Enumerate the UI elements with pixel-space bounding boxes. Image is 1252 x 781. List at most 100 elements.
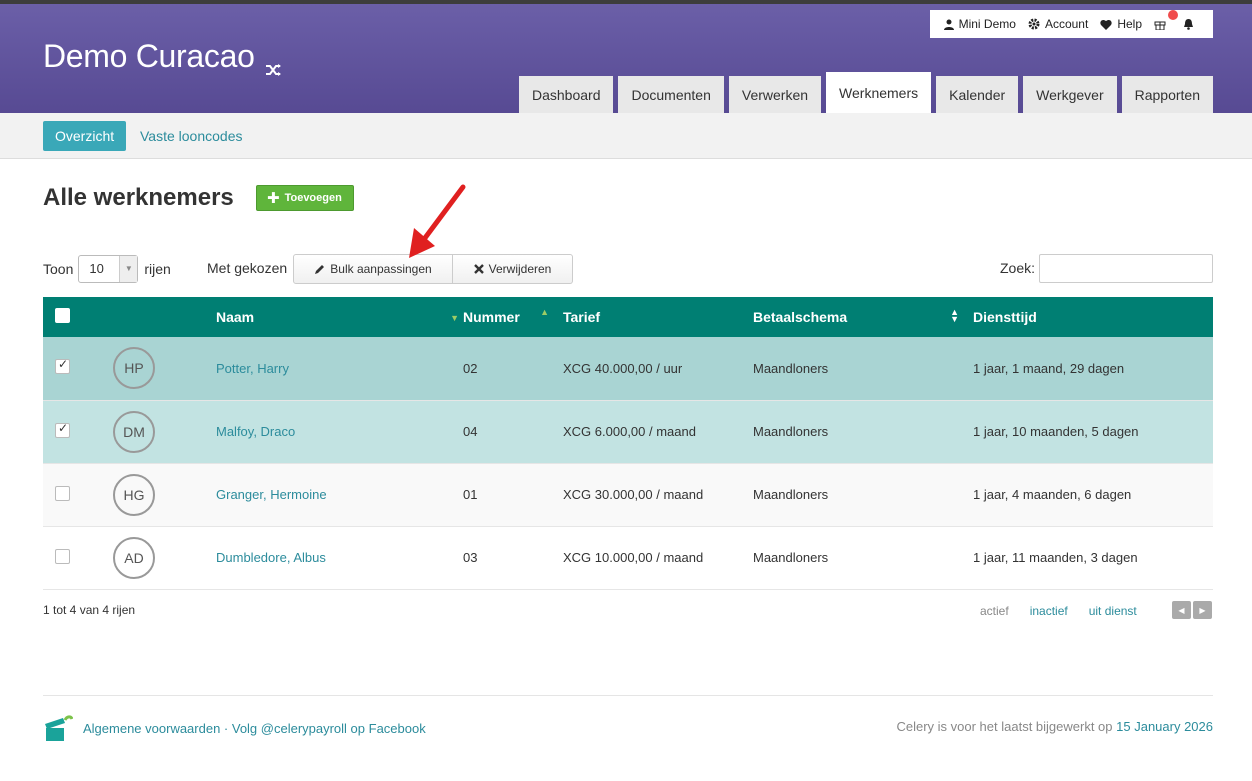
employee-schedule: Maandloners xyxy=(753,487,829,502)
table-header-row: Naam ▼ Nummer ▲ Tarief Betaalschema ▲ ▼ D… xyxy=(43,297,1213,337)
table-row[interactable]: HG Granger, Hermoine 01 XCG 30.000,00 / … xyxy=(43,463,1213,526)
bulk-edit-label: Bulk aanpassingen xyxy=(330,262,432,276)
employee-rate: XCG 6.000,00 / maand xyxy=(563,424,696,439)
footer-updated-text: Celery is voor het laatst bijgewerkt op xyxy=(896,719,1113,734)
help-label: Help xyxy=(1117,17,1142,31)
tab-werkgever[interactable]: Werkgever xyxy=(1023,76,1117,113)
footer-updated-date: 15 January 2026 xyxy=(1116,719,1213,734)
help-menu-item[interactable]: Help xyxy=(1100,17,1142,31)
header-tarief-label: Tarief xyxy=(563,309,601,325)
filter-uit-dienst[interactable]: uit dienst xyxy=(1089,604,1137,618)
chevron-down-icon: ▼ xyxy=(119,255,138,282)
footer-links: Algemene voorwaarden · Volg @celerypayro… xyxy=(43,714,426,742)
brand[interactable]: Demo Curacao xyxy=(43,38,281,76)
select-all-checkbox[interactable] xyxy=(55,308,70,323)
employee-name-link[interactable]: Potter, Harry xyxy=(216,337,463,400)
subnav-vaste-looncodes[interactable]: Vaste looncodes xyxy=(140,121,242,151)
gift-menu-item[interactable] xyxy=(1154,10,1178,30)
header-betaalschema[interactable]: Betaalschema ▲ ▼ xyxy=(753,297,973,337)
employee-name-link[interactable]: Malfoy, Draco xyxy=(216,400,463,463)
row-checkbox[interactable] xyxy=(55,548,70,564)
delete-button[interactable]: Verwijderen xyxy=(453,254,573,284)
tab-werknemers[interactable]: Werknemers xyxy=(826,72,932,113)
avatar: DM xyxy=(113,410,155,453)
avatar: HG xyxy=(113,473,155,516)
employee-rate: XCG 10.000,00 / maand xyxy=(563,550,704,565)
tab-dashboard[interactable]: Dashboard xyxy=(518,76,614,113)
close-icon xyxy=(473,264,484,274)
page-title: Alle werknemers xyxy=(43,184,234,211)
employee-rate: XCG 30.000,00 / maand xyxy=(563,487,704,502)
row-checkbox[interactable] xyxy=(55,485,70,501)
rows-value: 10 xyxy=(89,261,104,276)
row-checkbox[interactable] xyxy=(55,357,70,375)
user-name: Mini Demo xyxy=(958,17,1016,31)
pagination: ◀ ▶ xyxy=(1172,601,1214,619)
tab-kalender[interactable]: Kalender xyxy=(936,76,1019,113)
celery-logo-icon xyxy=(45,715,73,741)
footer-updated: Celery is voor het laatst bijgewerkt op … xyxy=(896,719,1213,734)
avatar-header xyxy=(101,297,216,337)
user-icon xyxy=(943,19,954,30)
row-checkbox[interactable] xyxy=(55,421,70,438)
bell-icon xyxy=(1184,19,1193,30)
annotation-arrow-icon xyxy=(409,184,466,258)
header-nummer-label: Nummer xyxy=(463,309,520,325)
shuffle-icon[interactable] xyxy=(265,49,281,76)
main-tabs: Dashboard Documenten Verwerken Werknemer… xyxy=(514,72,1213,113)
row-checkbox-cell xyxy=(43,463,101,526)
table-row[interactable]: DM Malfoy, Draco 04 XCG 6.000,00 / maand… xyxy=(43,400,1213,463)
account-label: Account xyxy=(1044,17,1089,31)
employee-tenure: 1 jaar, 10 maanden, 5 dagen xyxy=(973,424,1139,439)
employee-schedule: Maandloners xyxy=(753,550,829,565)
header-naam[interactable]: Naam ▼ xyxy=(216,297,463,337)
account-menu-item[interactable]: Account xyxy=(1028,17,1088,31)
notifications-menu-item[interactable] xyxy=(1183,18,1199,30)
employees-table: Naam ▼ Nummer ▲ Tarief Betaalschema ▲ ▼ D… xyxy=(43,297,1213,590)
tab-verwerken[interactable]: Verwerken xyxy=(728,76,822,113)
header-diensttijd-label: Diensttijd xyxy=(973,309,1037,325)
header-nummer[interactable]: Nummer ▲ xyxy=(463,297,563,337)
tab-rapporten[interactable]: Rapporten xyxy=(1121,76,1213,113)
employee-number: 02 xyxy=(463,360,478,376)
gift-icon xyxy=(1154,21,1166,30)
filter-inactief[interactable]: inactief xyxy=(1030,604,1068,618)
employee-number: 01 xyxy=(463,487,478,502)
rows-selector: Toon 10 ▼ rijen xyxy=(43,254,171,283)
employee-name-link[interactable]: Dumbledore, Albus xyxy=(216,526,463,589)
header-tarief[interactable]: Tarief xyxy=(563,297,753,337)
employee-tenure: 1 jaar, 1 maand, 29 dagen xyxy=(973,360,1125,376)
avatar: HP xyxy=(113,347,155,390)
footer-links-text[interactable]: Algemene voorwaarden · Volg @celerypayro… xyxy=(83,721,426,736)
header-naam-label: Naam xyxy=(216,309,255,325)
employee-schedule: Maandloners xyxy=(753,424,829,439)
next-page-icon[interactable]: ▶ xyxy=(1193,601,1212,619)
show-label: Toon xyxy=(43,260,74,277)
rows-label: rijen xyxy=(144,260,171,277)
app-header: Demo Curacao Mini Demo Account Help Dash… xyxy=(0,4,1252,113)
plus-icon: ✚ xyxy=(267,190,280,207)
tab-documenten[interactable]: Documenten xyxy=(618,76,724,113)
table-row[interactable]: HP Potter, Harry 02 XCG 40.000,00 / uur … xyxy=(43,337,1213,400)
user-menu-item[interactable]: Mini Demo xyxy=(943,17,1016,31)
filter-actief[interactable]: actief xyxy=(980,604,1009,618)
rows-per-page-select[interactable]: 10 ▼ xyxy=(78,254,139,283)
avatar-cell: HP xyxy=(101,337,216,400)
employee-tenure: 1 jaar, 11 maanden, 3 dagen xyxy=(973,550,1138,565)
gear-icon xyxy=(1028,18,1040,30)
pencil-icon xyxy=(315,264,325,274)
status-filters: actief inactief uit dienst xyxy=(980,604,1158,618)
employee-name-link[interactable]: Granger, Hermoine xyxy=(216,463,463,526)
footer-divider xyxy=(43,695,1213,696)
employee-number: 04 xyxy=(463,424,478,439)
add-employee-button[interactable]: ✚ Toevoegen xyxy=(256,185,354,211)
with-selected-label: Met gekozen xyxy=(207,260,288,276)
heart-icon xyxy=(1100,19,1112,30)
subnav-overzicht[interactable]: Overzicht xyxy=(43,121,127,151)
search-input[interactable] xyxy=(1039,254,1213,283)
employee-number: 03 xyxy=(463,550,478,565)
header-diensttijd[interactable]: Diensttijd xyxy=(973,297,1213,337)
row-checkbox-cell xyxy=(43,400,101,463)
table-row[interactable]: AD Dumbledore, Albus 03 XCG 10.000,00 / … xyxy=(43,526,1213,589)
prev-page-icon[interactable]: ◀ xyxy=(1172,601,1191,619)
